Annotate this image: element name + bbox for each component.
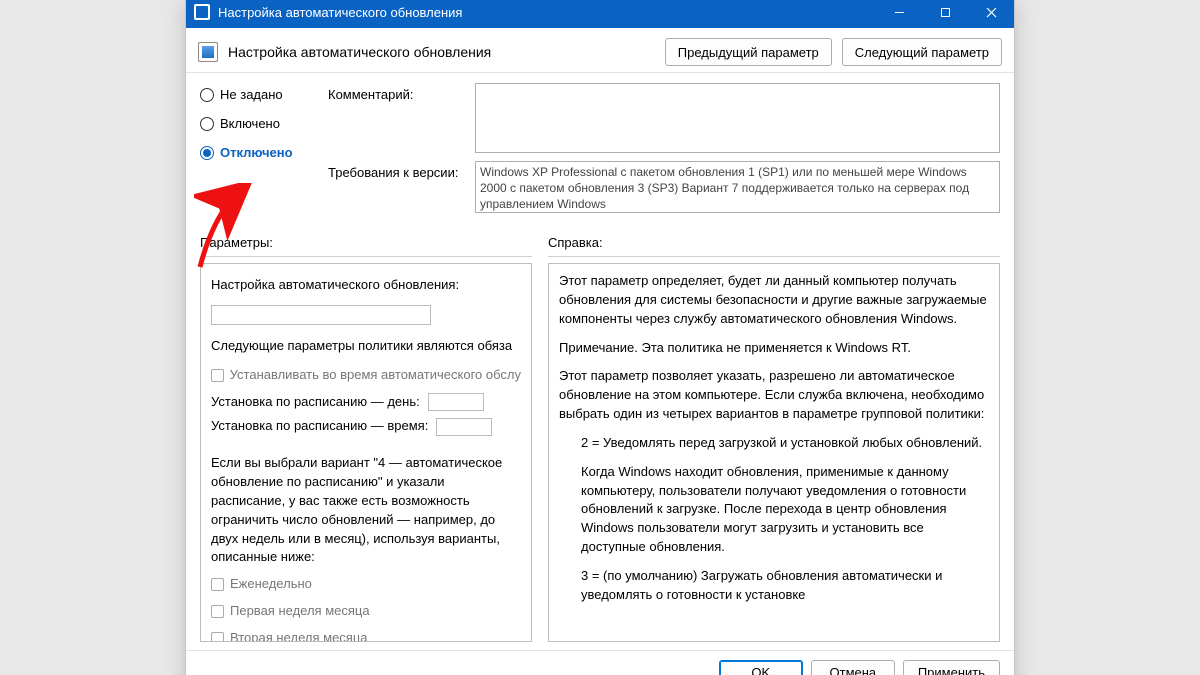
state-radio-group: Не задано Включено Отключено: [200, 81, 310, 221]
close-button[interactable]: [968, 0, 1014, 28]
checkbox-label: Первая неделя месяца: [230, 602, 370, 621]
header-row: Настройка автоматического обновления Пре…: [186, 28, 1014, 73]
help-paragraph: Этот параметр позволяет указать, разреше…: [559, 367, 989, 424]
help-option-2-desc: Когда Windows находит обновления, примен…: [581, 463, 989, 557]
checkbox-icon: [211, 632, 224, 642]
params-header: Параметры:: [200, 235, 532, 254]
checkbox-label: Вторая неделя месяца: [230, 629, 368, 642]
title-bar[interactable]: Настройка автоматического обновления: [186, 0, 1014, 28]
apply-button[interactable]: Применить: [903, 660, 1000, 675]
cancel-button[interactable]: Отмена: [811, 660, 895, 675]
checkbox-label: Еженедельно: [230, 575, 312, 594]
help-paragraph: Этот параметр определяет, будет ли данны…: [559, 272, 989, 329]
help-panel[interactable]: Этот параметр определяет, будет ли данны…: [548, 263, 1000, 642]
cb-first-week[interactable]: Первая неделя месяца: [211, 602, 521, 621]
radio-enabled[interactable]: Включено: [200, 116, 310, 131]
app-icon: [194, 4, 210, 20]
radio-label: Включено: [220, 116, 280, 131]
sched-day-dropdown[interactable]: [428, 393, 484, 411]
cb-second-week[interactable]: Вторая неделя месяца: [211, 629, 521, 642]
sched-time-dropdown[interactable]: [436, 418, 492, 436]
param-title: Настройка автоматического обновления:: [211, 276, 521, 295]
comment-textarea[interactable]: [475, 83, 1000, 153]
policy-intro: Следующие параметры политики являются об…: [211, 337, 521, 356]
radio-icon: [200, 146, 214, 160]
radio-label: Отключено: [220, 145, 293, 160]
ok-button[interactable]: OK: [719, 660, 803, 675]
checkbox-icon: [211, 578, 224, 591]
parameters-panel[interactable]: Настройка автоматического обновления: Сл…: [200, 263, 532, 642]
radio-disabled[interactable]: Отключено: [200, 145, 310, 160]
help-header: Справка:: [548, 235, 1000, 254]
maximize-button[interactable]: [922, 0, 968, 28]
minimize-button[interactable]: [876, 0, 922, 28]
update-mode-dropdown[interactable]: [211, 305, 431, 325]
requirements-label: Требования к версии:: [328, 161, 463, 180]
policy-editor-window: Настройка автоматического обновления Нас…: [185, 0, 1015, 675]
previous-setting-button[interactable]: Предыдущий параметр: [665, 38, 832, 66]
checkbox-icon: [211, 369, 224, 382]
policy-title: Настройка автоматического обновления: [228, 44, 655, 60]
radio-label: Не задано: [220, 87, 283, 102]
next-setting-button[interactable]: Следующий параметр: [842, 38, 1002, 66]
cb-weekly[interactable]: Еженедельно: [211, 575, 521, 594]
radio-not-configured[interactable]: Не задано: [200, 87, 310, 102]
radio-icon: [200, 88, 214, 102]
requirements-text[interactable]: Windows XP Professional с пакетом обновл…: [475, 161, 1000, 213]
policy-icon: [198, 42, 218, 62]
checkbox-label: Устанавливать во время автоматического о…: [230, 366, 521, 385]
help-paragraph: Примечание. Эта политика не применяется …: [559, 339, 989, 358]
checkbox-icon: [211, 605, 224, 618]
sched-day-label: Установка по расписанию — день:: [211, 393, 420, 412]
sched-time-label: Установка по расписанию — время:: [211, 417, 428, 436]
help-option-2: 2 = Уведомлять перед загрузкой и установ…: [581, 434, 989, 453]
comment-label: Комментарий:: [328, 83, 463, 102]
cb-during-maintenance[interactable]: Устанавливать во время автоматического о…: [211, 366, 521, 385]
option-note: Если вы выбрали вариант "4 — автоматичес…: [211, 454, 521, 567]
dialog-footer: OK Отмена Применить: [186, 650, 1014, 675]
radio-icon: [200, 117, 214, 131]
help-option-3: 3 = (по умолчанию) Загружать обновления …: [581, 567, 989, 605]
window-title: Настройка автоматического обновления: [218, 5, 462, 20]
